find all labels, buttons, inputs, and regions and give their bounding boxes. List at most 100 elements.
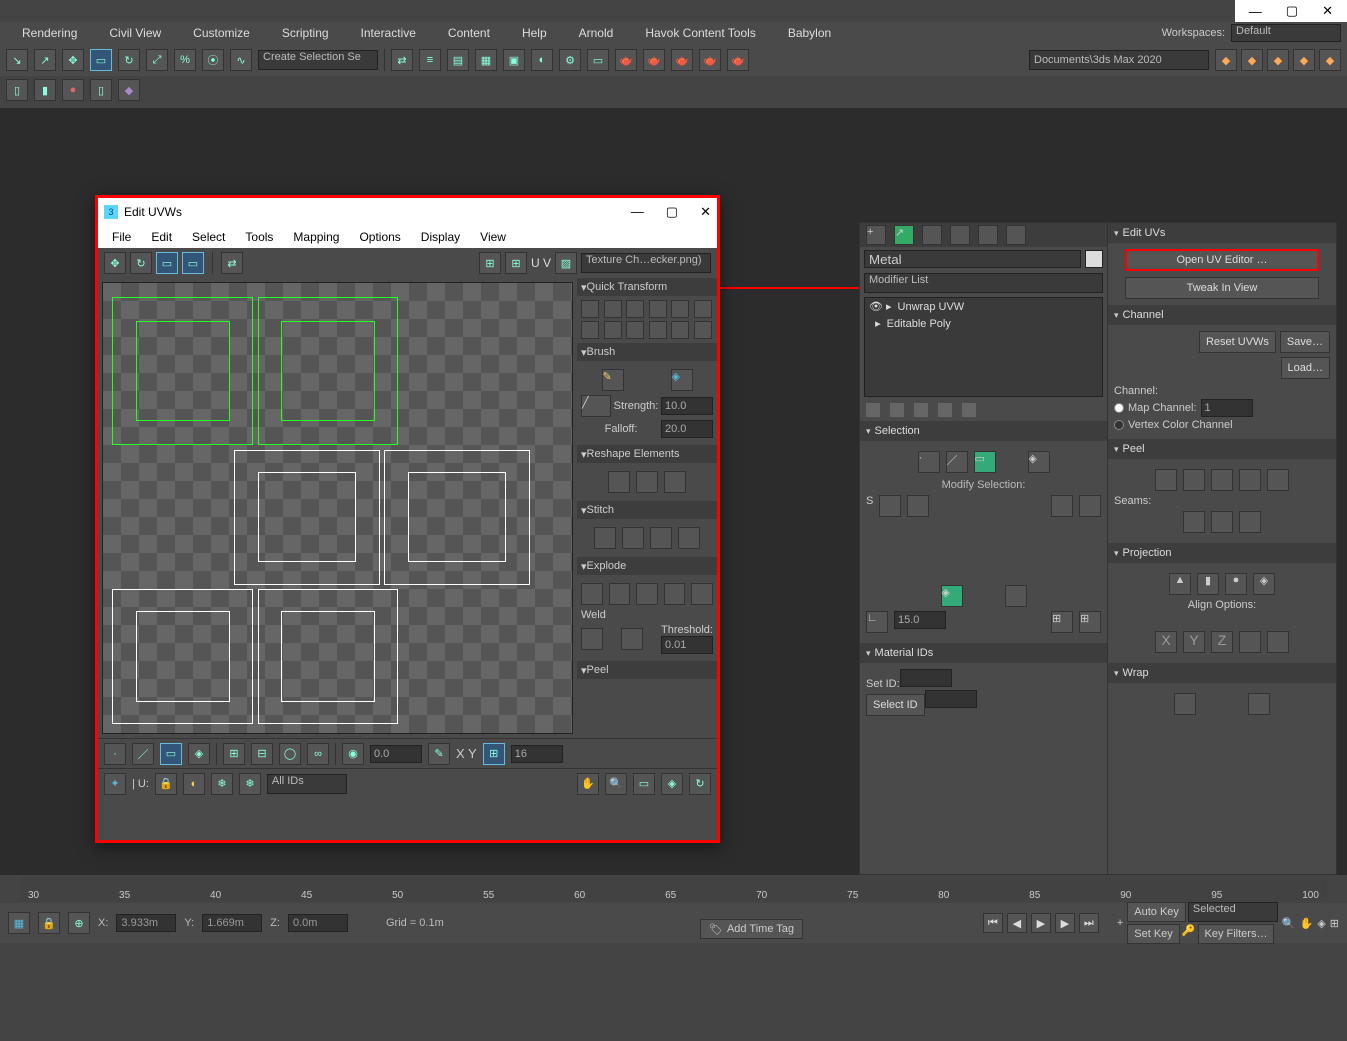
explode-icon[interactable] — [581, 583, 603, 605]
selection-set-combo[interactable]: Create Selection Se — [258, 50, 378, 70]
maxscript-icon[interactable]: ▦ — [8, 912, 30, 934]
link-icon[interactable]: ↘ — [6, 49, 28, 71]
percent-icon[interactable]: % — [174, 49, 196, 71]
teapot4-icon[interactable]: 🫖 — [699, 49, 721, 71]
weld-icon[interactable] — [621, 628, 643, 650]
qt-icon[interactable] — [581, 321, 599, 339]
uvw-canvas[interactable] — [102, 282, 573, 734]
sel-ring-icon[interactable]: ◯ — [279, 743, 301, 765]
align-view-icon[interactable] — [1267, 631, 1289, 653]
prev-frame-icon[interactable]: ◀ — [1007, 913, 1027, 933]
peel-icon[interactable] — [1183, 469, 1205, 491]
tab-hierarchy-icon[interactable] — [922, 225, 942, 245]
mirror-icon[interactable]: ⇄ — [391, 49, 413, 71]
uvw-menu-edit[interactable]: Edit — [141, 228, 182, 246]
planar-icon[interactable]: ◈ — [941, 585, 963, 607]
rollout-brush[interactable]: ▾Brush — [577, 343, 717, 361]
seam-icon[interactable] — [1211, 511, 1233, 533]
tb2-4-icon[interactable]: ▯ — [90, 79, 112, 101]
trail5-icon[interactable]: ◆ — [1319, 49, 1341, 71]
rotate-icon[interactable]: ↻ — [118, 49, 140, 71]
curve-editor-icon[interactable]: ▦ — [475, 49, 497, 71]
stitch-icon[interactable] — [594, 527, 616, 549]
qt-icon[interactable] — [671, 321, 689, 339]
trail2-icon[interactable]: ◆ — [1241, 49, 1263, 71]
config-icon[interactable] — [962, 403, 976, 417]
tb2-2-icon[interactable]: ▮ — [34, 79, 56, 101]
sel-shrink-icon[interactable]: ⊟ — [251, 743, 273, 765]
material-editor-icon[interactable]: ◐ — [531, 49, 553, 71]
workspace-combo[interactable]: Default — [1231, 24, 1341, 42]
uvw-menu-file[interactable]: File — [102, 228, 141, 246]
tweak-in-view-button[interactable]: Tweak In View — [1125, 277, 1319, 299]
options-icon[interactable]: ✦ — [104, 773, 126, 795]
qt-icon[interactable] — [626, 300, 644, 318]
tab-display-icon[interactable] — [978, 225, 998, 245]
uvw-menu-mapping[interactable]: Mapping — [283, 228, 349, 246]
timeline[interactable]: 30 35 40 45 50 55 60 65 70 75 80 85 90 9… — [20, 877, 1327, 901]
menu-babylon[interactable]: Babylon — [772, 23, 847, 43]
uvw-maximize-icon[interactable]: ▢ — [666, 204, 678, 220]
snap2-icon[interactable]: ❄ — [211, 773, 233, 795]
sel-grow-icon[interactable]: ⊞ — [223, 743, 245, 765]
rollout-edit-uvs[interactable]: ▾Edit UVs — [1108, 223, 1336, 243]
open-uv-editor-button[interactable]: Open UV Editor … — [1125, 249, 1319, 271]
teapot1-icon[interactable]: 🫖 — [615, 49, 637, 71]
uvw-titlebar[interactable]: 3 Edit UVWs — ▢ ✕ — [98, 198, 717, 226]
trail3-icon[interactable]: ◆ — [1267, 49, 1289, 71]
uvw-checker-icon[interactable]: ▨ — [555, 252, 577, 274]
set-key-icon[interactable]: 🔑 — [1182, 924, 1196, 944]
next-frame-icon[interactable]: ▶ — [1055, 913, 1075, 933]
stitch-icon[interactable] — [650, 527, 672, 549]
sub-element-icon[interactable]: ◈ — [188, 743, 210, 765]
uvw-move-icon[interactable]: ✥ — [104, 252, 126, 274]
tab-motion-icon[interactable] — [950, 225, 970, 245]
paint-sel-icon[interactable]: ✎ — [428, 743, 450, 765]
qt-icon[interactable] — [649, 300, 667, 318]
sel-poly-icon[interactable]: ▭ — [974, 451, 996, 473]
sub-poly-icon[interactable]: ▭ — [160, 743, 182, 765]
select-id-button[interactable]: Select ID — [866, 694, 925, 716]
strength-spinner[interactable]: 10.0 — [661, 397, 713, 415]
tab-modify-icon[interactable]: ↗ — [894, 225, 914, 245]
select-object-icon[interactable]: ▭ — [90, 49, 112, 71]
rollout-stitch[interactable]: ▾Stitch — [577, 501, 717, 519]
sel-loop-icon[interactable]: ∞ — [307, 743, 329, 765]
trail1-icon[interactable]: ◆ — [1215, 49, 1237, 71]
soft-spinner[interactable]: 0.0 — [370, 745, 422, 763]
rollout-explode[interactable]: ▾Explode — [577, 557, 717, 575]
qt-icon[interactable] — [626, 321, 644, 339]
setid-spinner[interactable] — [900, 669, 952, 687]
tab-utilities-icon[interactable] — [1006, 225, 1026, 245]
remove-icon[interactable] — [938, 403, 952, 417]
manip-icon[interactable]: ⦿ — [202, 49, 224, 71]
os-close-icon[interactable]: ✕ — [1322, 3, 1333, 19]
project-path[interactable]: Documents\3ds Max 2020 — [1029, 50, 1209, 70]
add-time-tag-button[interactable]: 🏷Add Time Tag — [700, 919, 803, 939]
rollout-peel[interactable]: ▾Peel — [577, 661, 717, 679]
selectid-spinner[interactable] — [925, 690, 977, 708]
angle-icon[interactable]: ∟ — [866, 611, 888, 633]
menu-help[interactable]: Help — [506, 23, 563, 43]
load-button[interactable]: Load… — [1281, 357, 1330, 379]
tile-icon[interactable]: ⊞ — [483, 743, 505, 765]
uvw-menu-display[interactable]: Display — [411, 228, 470, 246]
nav2-icon[interactable]: ✋ — [1300, 917, 1314, 930]
uvw-close-icon[interactable]: ✕ — [700, 204, 711, 220]
os-maximize-icon[interactable]: ▢ — [1286, 3, 1298, 19]
menu-content[interactable]: Content — [432, 23, 506, 43]
set-key-button[interactable]: Set Key — [1127, 924, 1180, 944]
rollout-channel[interactable]: ▾Channel — [1108, 305, 1336, 325]
nav3-icon[interactable]: ◈ — [1317, 917, 1325, 930]
rollout-wrap[interactable]: ▾Wrap — [1108, 663, 1336, 683]
align-z-button[interactable]: Z — [1211, 631, 1233, 653]
uvw-menu-tools[interactable]: Tools — [235, 228, 283, 246]
modsel-icon[interactable] — [907, 495, 929, 517]
show-end-icon[interactable] — [890, 403, 904, 417]
qt-icon[interactable] — [581, 300, 599, 318]
tb2-3-icon[interactable]: ● — [62, 79, 84, 101]
qt-icon[interactable] — [604, 300, 622, 318]
rollout-reshape[interactable]: ▾Reshape Elements — [577, 445, 717, 463]
reshape-icon[interactable] — [636, 471, 658, 493]
object-color-swatch[interactable] — [1085, 250, 1103, 268]
